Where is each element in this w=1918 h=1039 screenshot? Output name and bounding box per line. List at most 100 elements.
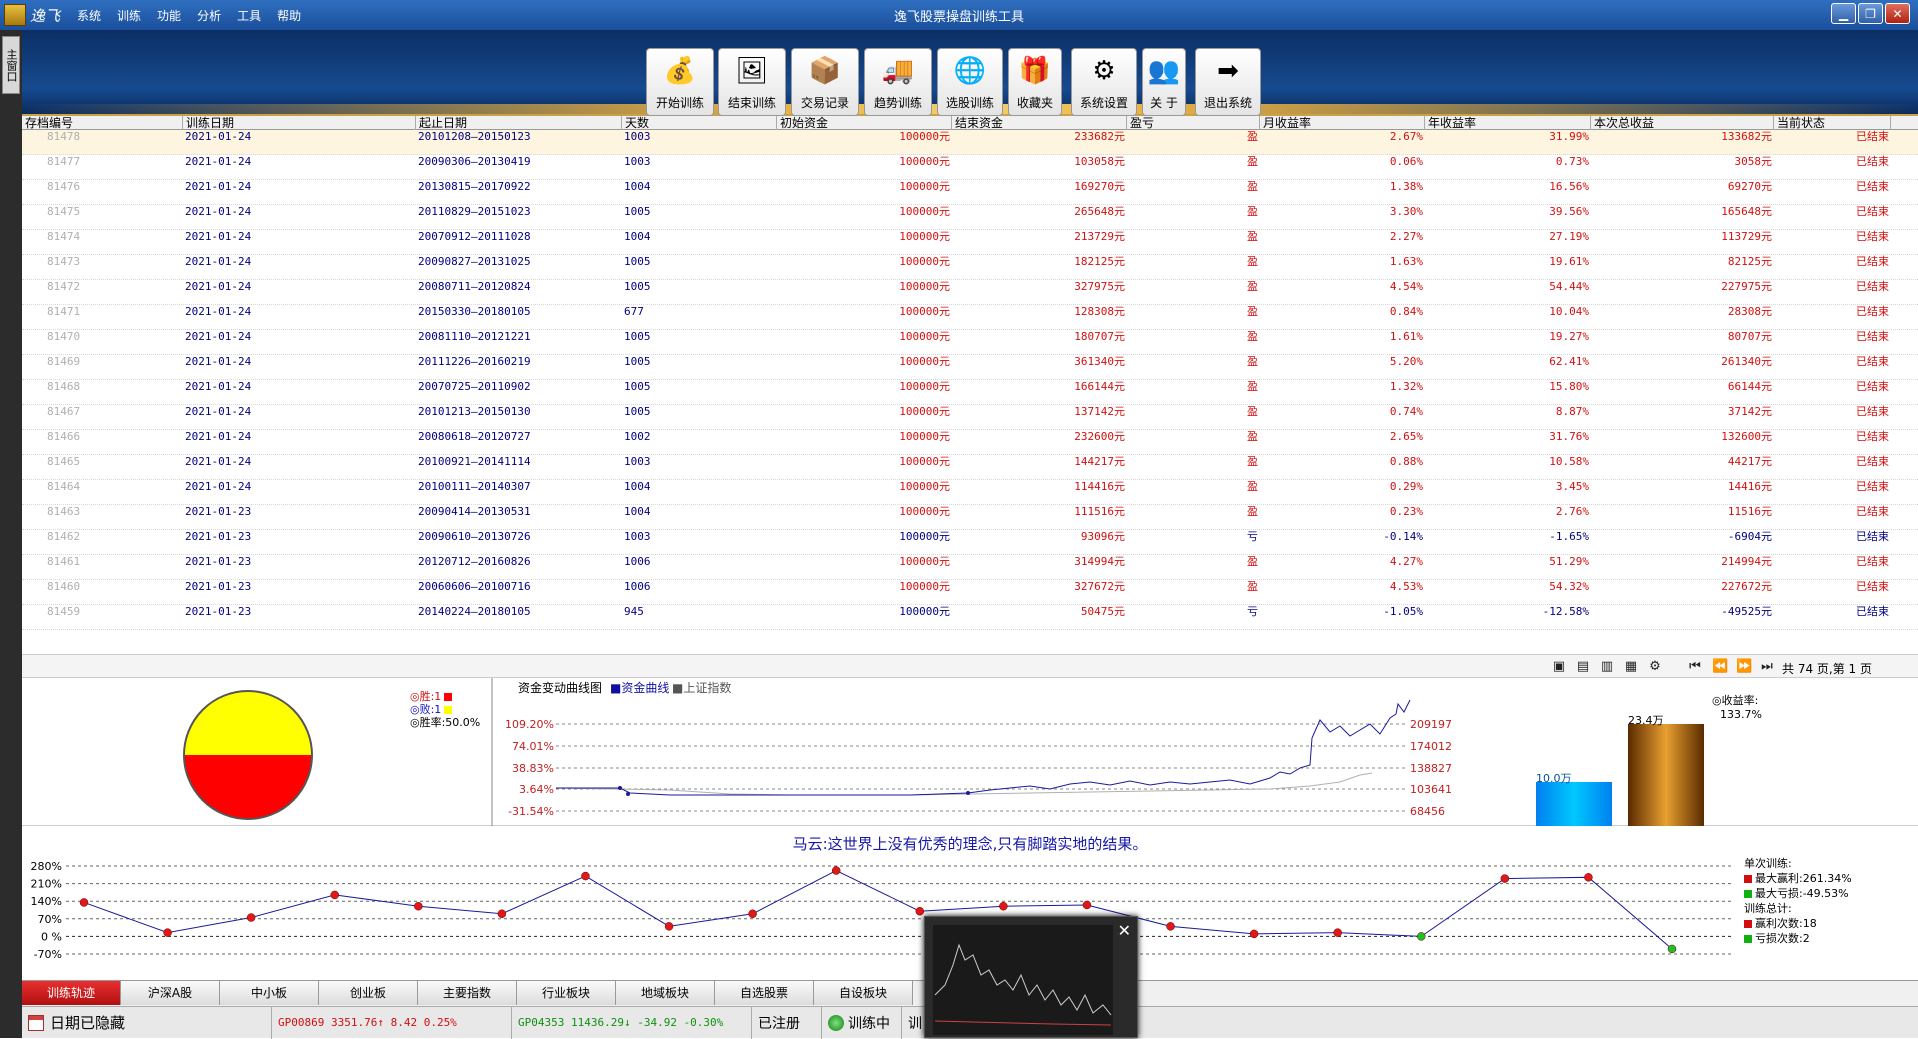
table-cell: 1.38% bbox=[1389, 180, 1423, 193]
column-header[interactable]: 盈亏 bbox=[1127, 116, 1260, 130]
toolbar-button-6[interactable]: ⚙ 系统设置 bbox=[1071, 48, 1137, 116]
track-point[interactable] bbox=[1584, 873, 1593, 882]
table-cell: 盈 bbox=[1247, 155, 1258, 168]
tab-sh-sz-a[interactable]: 沪深A股 bbox=[121, 981, 220, 1005]
track-point[interactable] bbox=[748, 909, 757, 919]
tab-sme[interactable]: 中小板 bbox=[220, 981, 319, 1005]
column-header[interactable]: 存档编号 bbox=[22, 116, 183, 130]
table-row[interactable]: 81464 2021-01-24 20100111—20140307 1004 1000… bbox=[22, 480, 1918, 505]
column-header[interactable]: 月收益率 bbox=[1260, 116, 1425, 130]
training-status: 训练中 bbox=[822, 1006, 902, 1039]
table-row[interactable]: 81462 2021-01-23 20090610—20130726 1003 1000… bbox=[22, 530, 1918, 555]
save-icon[interactable]: ▥ bbox=[1600, 660, 1614, 674]
track-point[interactable] bbox=[831, 866, 841, 875]
table-row[interactable]: 81470 2021-01-24 20081110—20121221 1005 1000… bbox=[22, 330, 1918, 355]
table-cell: 0.06% bbox=[1389, 155, 1423, 168]
track-point[interactable] bbox=[915, 907, 925, 916]
column-header[interactable]: 结束资金 bbox=[952, 116, 1127, 130]
track-point[interactable] bbox=[1500, 874, 1510, 883]
tab-custom-sector[interactable]: 自设板块 bbox=[814, 981, 913, 1005]
table-row[interactable]: 81475 2021-01-24 20110829—20151023 1005 1000… bbox=[22, 205, 1918, 230]
table-row[interactable]: 81478 2021-01-24 20101208—20150123 1003 1000… bbox=[22, 130, 1918, 155]
last-page-icon[interactable]: ⏭ bbox=[1760, 660, 1774, 674]
next-page-icon[interactable]: ⏩ bbox=[1736, 660, 1752, 674]
column-header[interactable]: 训练日期 bbox=[183, 116, 416, 130]
settings-gear-icon[interactable]: ⚙ bbox=[1648, 660, 1662, 674]
column-header[interactable]: 当前状态 bbox=[1774, 116, 1891, 130]
track-point[interactable] bbox=[581, 871, 590, 881]
table-row[interactable]: 81465 2021-01-24 20100921—20141114 1003 1000… bbox=[22, 455, 1918, 480]
menu-item-help[interactable]: 帮助 bbox=[274, 7, 304, 24]
tab-main-index[interactable]: 主要指数 bbox=[418, 981, 517, 1005]
table-row[interactable]: 81459 2021-01-23 20140224—20180105 945 10000… bbox=[22, 605, 1918, 630]
track-point[interactable] bbox=[1333, 928, 1342, 937]
toolbar-button-2[interactable]: 📦 交易记录 bbox=[791, 48, 859, 116]
toolbar-button-0[interactable]: 💰 开始训练 bbox=[646, 48, 714, 116]
table-row[interactable]: 81467 2021-01-24 20101213—20150130 1005 1000… bbox=[22, 405, 1918, 430]
table-row[interactable]: 81472 2021-01-24 20080711—20120824 1005 1000… bbox=[22, 280, 1918, 305]
export-icon[interactable]: ▣ bbox=[1552, 660, 1566, 674]
table-row[interactable]: 81469 2021-01-24 20111226—20160219 1005 1000… bbox=[22, 355, 1918, 380]
toolbar-button-4[interactable]: 🌐 选股训练 bbox=[937, 48, 1003, 116]
tab-gem[interactable]: 创业板 bbox=[319, 981, 418, 1005]
popup-close-icon[interactable]: ✕ bbox=[1118, 923, 1131, 939]
table-row[interactable]: 81463 2021-01-23 20090414—20130531 1004 1000… bbox=[22, 505, 1918, 530]
main-window-tab[interactable]: 主窗口 bbox=[2, 36, 20, 94]
first-page-icon[interactable]: ⏮ bbox=[1688, 660, 1702, 674]
track-point[interactable] bbox=[163, 928, 172, 937]
track-point[interactable] bbox=[1417, 932, 1426, 941]
delete-icon[interactable]: ▦ bbox=[1624, 660, 1638, 674]
track-point[interactable] bbox=[79, 898, 89, 907]
table-row[interactable]: 81461 2021-01-23 20120712—20160826 1006 1000… bbox=[22, 555, 1918, 580]
people-icon: 👥 bbox=[1147, 56, 1181, 86]
table-row[interactable]: 81468 2021-01-24 20070725—20110902 1005 1000… bbox=[22, 380, 1918, 405]
track-point[interactable] bbox=[1082, 900, 1092, 910]
track-point[interactable] bbox=[1667, 944, 1677, 954]
table-row[interactable]: 81476 2021-01-24 20130815—20170922 1004 1000… bbox=[22, 180, 1918, 205]
table-row[interactable]: 81474 2021-01-24 20070912—20111028 1004 1000… bbox=[22, 230, 1918, 255]
copy-icon[interactable]: ▤ bbox=[1576, 660, 1590, 674]
table-cell: 15.80% bbox=[1549, 380, 1589, 393]
table-cell: 5.20% bbox=[1389, 355, 1423, 368]
column-header[interactable]: 本次总收益 bbox=[1591, 116, 1774, 130]
toolbar-button-5[interactable]: 🎁 收藏夹 bbox=[1008, 48, 1062, 116]
track-point[interactable] bbox=[999, 901, 1008, 911]
track-point[interactable] bbox=[664, 922, 674, 931]
toolbar-button-1[interactable]: 🖼 结束训练 bbox=[718, 48, 786, 116]
close-button[interactable]: ✕ bbox=[1885, 3, 1910, 24]
menu-item-tools[interactable]: 工具 bbox=[234, 7, 264, 24]
menu-item-training[interactable]: 训练 bbox=[114, 7, 144, 24]
column-header[interactable]: 天数 bbox=[622, 116, 777, 130]
track-point[interactable] bbox=[497, 909, 507, 919]
column-header[interactable]: 初始资金 bbox=[777, 116, 952, 130]
toolbar-button-7[interactable]: 👥 关 于 bbox=[1142, 48, 1186, 116]
win-loss-pie bbox=[183, 690, 313, 820]
track-point[interactable] bbox=[1249, 929, 1259, 939]
table-row[interactable]: 81471 2021-01-24 20150330—20180105 677 10000… bbox=[22, 305, 1918, 330]
minimize-button[interactable]: ▁ bbox=[1831, 3, 1856, 24]
table-row[interactable]: 81460 2021-01-23 20060606—20100716 1006 1000… bbox=[22, 580, 1918, 605]
track-point[interactable] bbox=[330, 890, 339, 900]
tab-watchlist[interactable]: 自选股票 bbox=[715, 981, 814, 1005]
menu-item-system[interactable]: 系统 bbox=[74, 7, 104, 24]
toolbar-button-3[interactable]: 🚚 趋势训练 bbox=[864, 48, 932, 116]
track-point[interactable] bbox=[1166, 922, 1175, 931]
prev-page-icon[interactable]: ⏪ bbox=[1712, 660, 1728, 674]
table-row[interactable]: 81473 2021-01-24 20090827—20131025 1005 1000… bbox=[22, 255, 1918, 280]
toolbar-button-8[interactable]: ➡ 退出系统 bbox=[1195, 48, 1261, 116]
preview-popup: ✕ bbox=[924, 916, 1138, 1038]
tab-industry[interactable]: 行业板块 bbox=[517, 981, 616, 1005]
table-row[interactable]: 81466 2021-01-24 20080618—20120727 1002 1000… bbox=[22, 430, 1918, 455]
track-point[interactable] bbox=[414, 901, 423, 911]
restore-button[interactable]: ❐ bbox=[1858, 3, 1883, 24]
menu-item-function[interactable]: 功能 bbox=[154, 7, 184, 24]
column-header[interactable]: 年收益率 bbox=[1425, 116, 1591, 130]
tab-region[interactable]: 地域板块 bbox=[616, 981, 715, 1005]
table-cell: 已结束 bbox=[1856, 330, 1889, 343]
tab-training-track[interactable]: 训练轨迹 bbox=[22, 981, 121, 1005]
table-row[interactable]: 81477 2021-01-24 20090306—20130419 1003 1000… bbox=[22, 155, 1918, 180]
table-cell: 2021-01-24 bbox=[185, 155, 252, 168]
track-point[interactable] bbox=[246, 913, 256, 922]
menu-item-analysis[interactable]: 分析 bbox=[194, 7, 224, 24]
column-header[interactable]: 起止日期 bbox=[416, 116, 622, 130]
